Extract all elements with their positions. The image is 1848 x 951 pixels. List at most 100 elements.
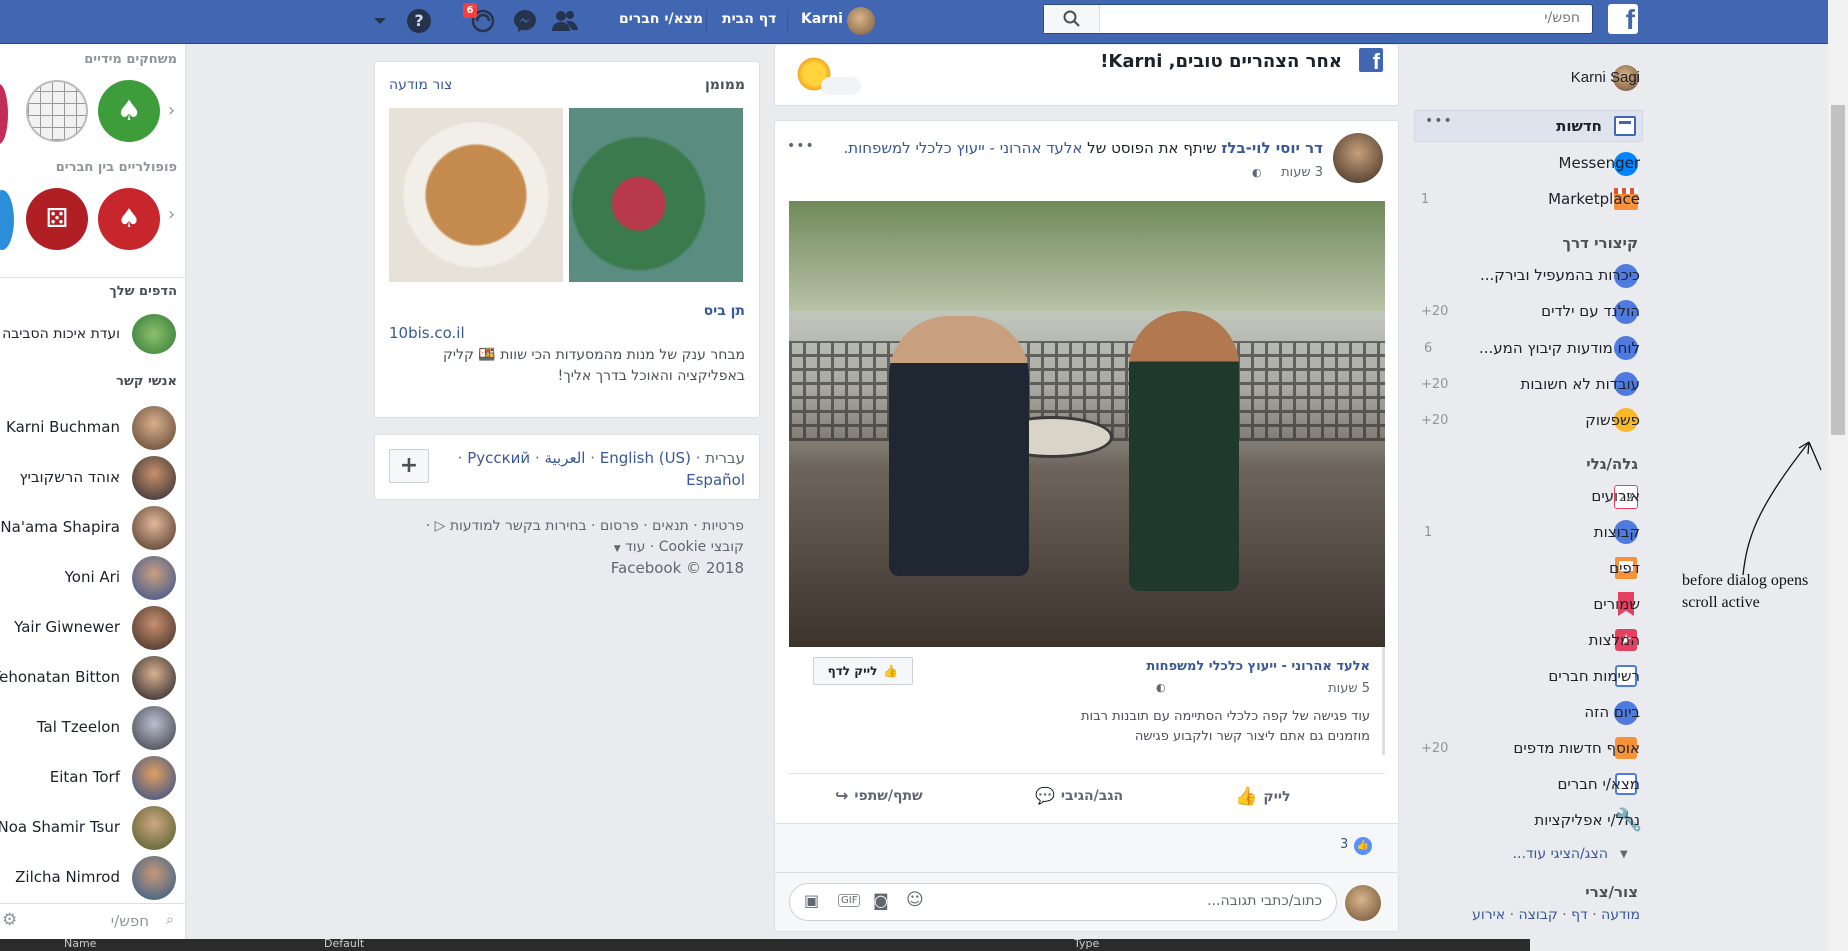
- friend-requests-icon[interactable]: [551, 7, 579, 35]
- contacts-title: אנשי קשר: [116, 374, 177, 389]
- gif-icon[interactable]: GIF: [838, 894, 861, 907]
- chevron-right-icon[interactable]: ›: [168, 100, 175, 121]
- likes-count[interactable]: 3: [1340, 837, 1348, 852]
- post-time[interactable]: 3 שעות: [1281, 165, 1323, 180]
- like-button[interactable]: לייק 👍: [1235, 786, 1290, 807]
- messenger-icon[interactable]: [511, 7, 539, 35]
- create-ad-link[interactable]: מודעה: [1601, 907, 1640, 923]
- contact-name: Tal Tzeelon: [36, 718, 120, 736]
- search-box[interactable]: [1043, 4, 1593, 34]
- contact-item[interactable]: Na'ama Shapira: [0, 506, 185, 556]
- inner-author[interactable]: אלעד אהרוני - ייעוץ כלכלי למשפחות: [1146, 659, 1370, 674]
- shared-page-link[interactable]: אלעד אהרוני - ייעוץ כלכלי למשפחות.: [843, 139, 1082, 157]
- see-more-link[interactable]: הצג/הציגי עוד...: [1513, 846, 1608, 862]
- game-icon-partial[interactable]: [0, 84, 8, 144]
- facebook-logo[interactable]: f: [1608, 4, 1638, 35]
- account-menu-chevron-icon[interactable]: [366, 7, 394, 35]
- explore-label[interactable]: אירועים: [1591, 487, 1640, 505]
- post-photo[interactable]: [789, 201, 1385, 647]
- author-name[interactable]: דר יוסי לוי-בלז: [1221, 139, 1323, 157]
- find-friends-link[interactable]: מצא/י חברים: [619, 11, 703, 27]
- contact-item[interactable]: Tal Tzeelon: [0, 706, 185, 756]
- author-avatar[interactable]: [1333, 133, 1383, 183]
- scrollbar-thumb[interactable]: [1831, 105, 1845, 435]
- contact-item[interactable]: אוהד הרשקוביץ: [0, 456, 185, 506]
- explore-label[interactable]: ביום הזה: [1584, 703, 1640, 721]
- post-options-icon[interactable]: •••: [787, 138, 815, 154]
- comment-button[interactable]: הגב/הגיבי 💬: [1035, 786, 1123, 805]
- add-language-button[interactable]: +: [389, 449, 429, 483]
- nav-label-marketplace[interactable]: Marketplace: [1548, 190, 1640, 208]
- more-options-icon[interactable]: •••: [1425, 113, 1453, 129]
- ad-image-soup[interactable]: [389, 108, 563, 282]
- footer-terms[interactable]: תנאים: [652, 518, 689, 534]
- contact-item[interactable]: Yoni Ari: [0, 556, 185, 606]
- explore-label[interactable]: רשימות חברים: [1548, 667, 1640, 685]
- explore-label[interactable]: קבוצות: [1594, 523, 1640, 541]
- contact-name: Yoni Ari: [64, 568, 120, 586]
- explore-label[interactable]: אוסף חדשות מדפים: [1513, 739, 1640, 757]
- explore-label[interactable]: המלצות: [1589, 631, 1640, 649]
- explore-label[interactable]: שמורים: [1593, 595, 1640, 613]
- contact-item[interactable]: tal Karni Buchman: [0, 406, 185, 456]
- search-input[interactable]: [1090, 10, 1580, 26]
- footer-ad-choices[interactable]: בחירות בקשר למודעות: [450, 518, 587, 534]
- contact-item[interactable]: Noa Shamir Tsur: [0, 806, 185, 856]
- lang-russian[interactable]: Русский: [467, 449, 530, 467]
- create-page-link[interactable]: דף: [1571, 907, 1588, 923]
- sudoku-game-icon[interactable]: [26, 80, 88, 142]
- page-avatar[interactable]: [132, 314, 176, 354]
- footer-privacy[interactable]: פרטיות: [702, 518, 744, 534]
- gear-icon[interactable]: ⚙: [2, 910, 17, 930]
- shortcut-label[interactable]: פשפשוק: [1585, 411, 1640, 429]
- share-button[interactable]: שתף/שתפי ↪: [835, 786, 923, 805]
- contact-item[interactable]: Zilcha Nimrod: [0, 856, 185, 906]
- solitaire-game-icon[interactable]: ♠: [98, 80, 160, 142]
- shortcut-label[interactable]: כיכרות בהמעפיל ובירק...: [1480, 266, 1640, 284]
- game-icon-partial[interactable]: [0, 190, 14, 250]
- create-ad-link[interactable]: צור מודעה: [389, 77, 452, 93]
- create-event-link[interactable]: אירוע: [1472, 907, 1505, 923]
- contact-item[interactable]: Yehonatan Bitton: [0, 656, 185, 706]
- vertical-scrollbar[interactable]: [1828, 0, 1848, 951]
- contact-item[interactable]: Eitan Torf: [0, 756, 185, 806]
- lang-english[interactable]: English (US): [600, 449, 691, 467]
- sponsored-card: ממומן צור מודעה תן ביס 10bis.co.il מבחר …: [374, 61, 760, 418]
- lang-spanish[interactable]: Español: [686, 471, 745, 489]
- profile-link[interactable]: Karni: [801, 11, 843, 27]
- inner-time[interactable]: 5 שעות: [1328, 681, 1370, 696]
- chat-search-bar[interactable]: ⌕ חפש/י ⚙: [0, 903, 185, 939]
- ad-url[interactable]: 10bis.co.il: [389, 324, 465, 342]
- poker-game-icon[interactable]: ♠: [98, 188, 160, 250]
- camera-icon[interactable]: ◙: [873, 891, 889, 910]
- ad-image-salad[interactable]: [569, 108, 743, 282]
- ad-title[interactable]: תן ביס: [704, 303, 745, 319]
- user-avatar-top[interactable]: [843, 5, 879, 37]
- page-name[interactable]: ועדת איכות הסביבה -: [0, 326, 120, 342]
- shortcut-label[interactable]: הולנד עם ילדים: [1541, 302, 1640, 320]
- nav-user-name[interactable]: Karni Sagi: [1571, 69, 1640, 86]
- home-link[interactable]: דף הבית: [722, 11, 776, 27]
- shortcut-label[interactable]: לוח מודעות קיבוץ המע...: [1479, 339, 1640, 357]
- contact-item[interactable]: Yair Giwnewer: [0, 606, 185, 656]
- nav-item-news-feed[interactable]: חדשות •••: [1414, 110, 1643, 142]
- chevron-right-icon[interactable]: ›: [168, 204, 175, 225]
- lang-arabic[interactable]: العربية: [544, 449, 585, 467]
- footer-advertising[interactable]: פרסום: [600, 518, 639, 534]
- explore-label[interactable]: מצא/י חברים: [1557, 775, 1640, 793]
- footer-cookies[interactable]: קובצי Cookie: [659, 539, 744, 555]
- like-page-button[interactable]: 👍 לייק לדף: [813, 657, 913, 685]
- create-group-link[interactable]: קבוצה: [1518, 907, 1557, 923]
- comment-input[interactable]: כתוב/כתבי תגובה... ▣ GIF ◙ ☺: [789, 883, 1337, 921]
- shortcut-label[interactable]: עובדות לא חשובות: [1520, 375, 1640, 393]
- search-button[interactable]: [1044, 5, 1100, 33]
- post-text-line1: עוד פגישה של קפה כלכלי הסתיימה עם תובנות…: [1081, 709, 1370, 724]
- dice-game-icon[interactable]: ⚄: [26, 188, 88, 250]
- explore-label[interactable]: דפים: [1609, 559, 1640, 577]
- help-icon[interactable]: ?: [405, 7, 433, 35]
- emoji-icon[interactable]: ☺: [906, 890, 924, 910]
- sticker-icon[interactable]: ▣: [804, 891, 819, 910]
- explore-label[interactable]: נהל/י אפליקציות: [1534, 811, 1640, 829]
- nav-label-messenger[interactable]: Messenger: [1559, 154, 1640, 172]
- footer-more[interactable]: עוד: [625, 539, 645, 555]
